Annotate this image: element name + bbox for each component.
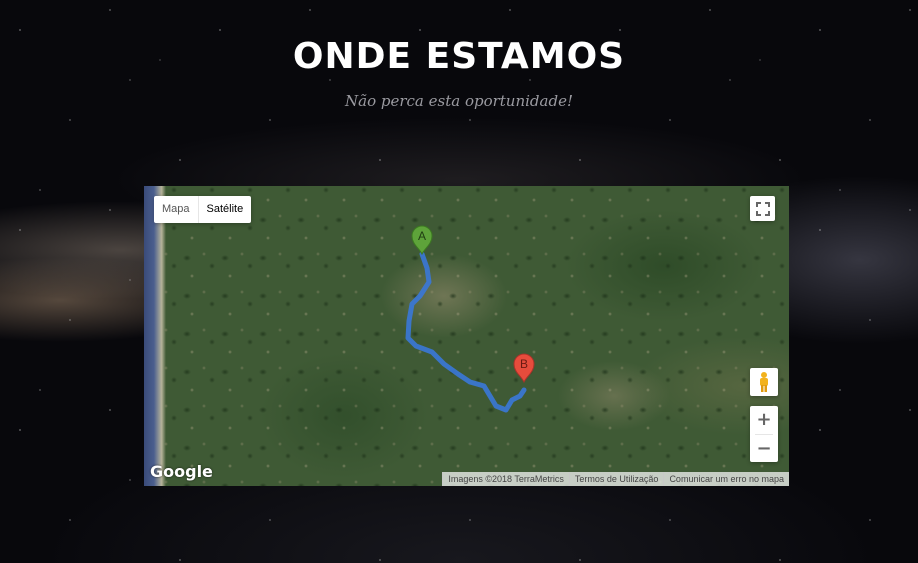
pegman-icon — [760, 372, 768, 392]
zoom-out-button[interactable]: − — [750, 435, 778, 463]
fullscreen-button[interactable] — [750, 196, 775, 221]
marker-a-label: A — [418, 229, 426, 243]
map-type-satellite-button[interactable]: Satélite — [197, 196, 252, 223]
zoom-control: + − — [750, 406, 778, 462]
embedded-map[interactable]: A B Mapa Satélite + − Google Imagens ©20… — [144, 186, 789, 486]
report-error-link[interactable]: Comunicar um erro no mapa — [663, 472, 789, 486]
google-logo[interactable]: Google — [150, 462, 213, 481]
fullscreen-icon — [755, 201, 770, 216]
marker-a[interactable]: A — [411, 225, 433, 256]
route-layer: A B — [405, 225, 535, 413]
map-type-control: Mapa Satélite — [154, 196, 252, 223]
map-type-map-button[interactable]: Mapa — [154, 196, 198, 223]
imagery-credit: Imagens ©2018 TerraMetrics — [442, 472, 569, 486]
terms-link[interactable]: Termos de Utilização — [568, 472, 664, 486]
marker-b-label: B — [520, 357, 528, 371]
zoom-in-button[interactable]: + — [750, 406, 778, 434]
section-title: ONDE ESTAMOS — [292, 36, 626, 77]
marker-b[interactable]: B — [513, 353, 535, 384]
route-path — [405, 251, 527, 413]
street-view-pegman-button[interactable] — [750, 368, 778, 396]
section-subtitle: Não perca esta oportunidade! — [345, 92, 573, 110]
map-attribution: Imagens ©2018 TerraMetrics Termos de Uti… — [442, 472, 789, 486]
